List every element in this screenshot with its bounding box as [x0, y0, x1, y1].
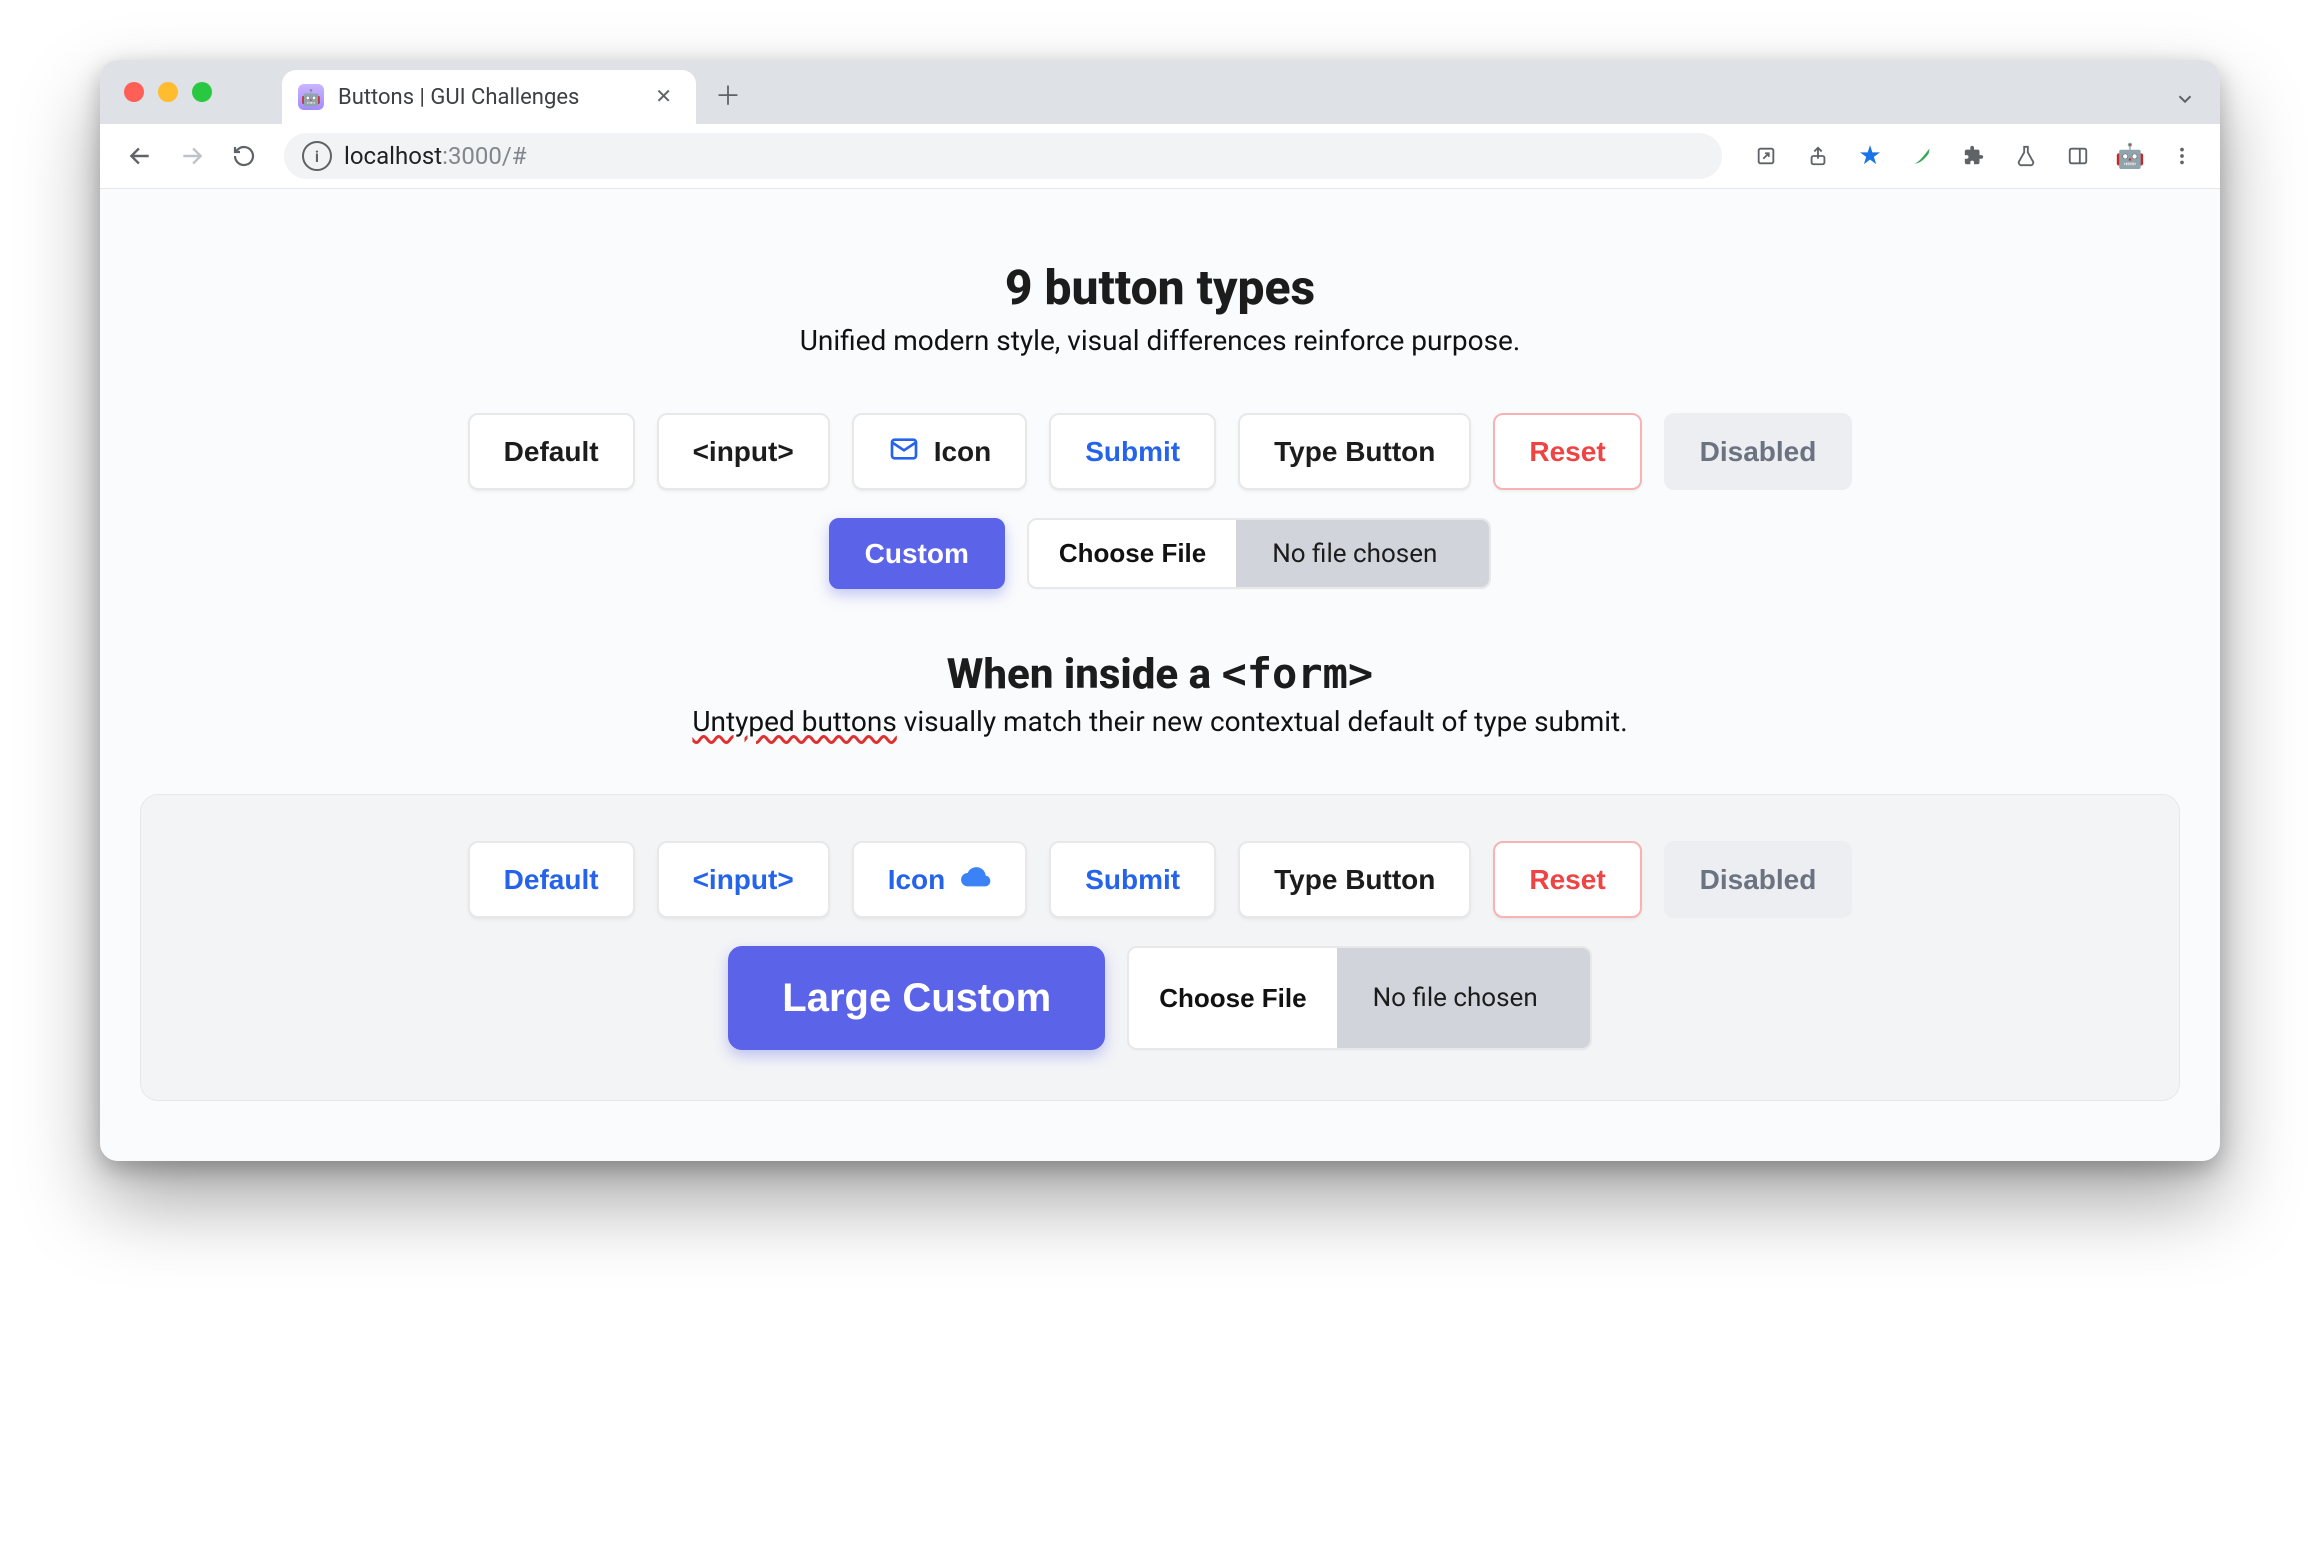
browser-window: 🤖 Buttons | GUI Challenges ✕ ＋ i localho… — [100, 60, 2220, 1161]
cloud-icon — [959, 861, 991, 898]
extensions-icon[interactable] — [1954, 136, 1994, 176]
share-icon[interactable] — [1798, 136, 1838, 176]
icon-button-label: Icon — [934, 438, 992, 466]
icon-button[interactable]: Icon — [852, 413, 1028, 490]
tab-title: Buttons | GUI Challenges — [338, 85, 579, 110]
browser-toolbar: i localhost:3000/# ★ 🤖 — [100, 124, 2220, 189]
maximize-window-button[interactable] — [192, 82, 212, 102]
form-large-custom-button[interactable]: Large Custom — [728, 946, 1105, 1050]
form-icon-button-label: Icon — [888, 866, 946, 894]
tab-favicon: 🤖 — [298, 84, 324, 110]
url-text: localhost:3000/# — [344, 142, 527, 170]
new-tab-button[interactable]: ＋ — [706, 74, 750, 118]
choose-file-button[interactable]: Choose File — [1029, 520, 1236, 587]
minimize-window-button[interactable] — [158, 82, 178, 102]
mail-icon — [888, 433, 920, 470]
form-choose-file-button[interactable]: Choose File — [1129, 948, 1336, 1048]
form-file-status: No file chosen — [1337, 948, 1590, 1048]
button-row-2: Custom Choose File No file chosen — [140, 518, 2180, 589]
address-bar[interactable]: i localhost:3000/# — [284, 133, 1722, 179]
page-subtitle: Unified modern style, visual differences… — [140, 324, 2180, 357]
close-tab-button[interactable]: ✕ — [649, 81, 678, 113]
profile-avatar[interactable]: 🤖 — [2110, 136, 2150, 176]
back-button[interactable] — [118, 134, 162, 178]
tab-strip: 🤖 Buttons | GUI Challenges ✕ ＋ — [100, 60, 2220, 124]
form-type-button[interactable]: Type Button — [1238, 841, 1471, 918]
form-submit-button[interactable]: Submit — [1049, 841, 1216, 918]
form-heading: When inside a <form> — [140, 649, 2180, 699]
form-row-2: Large Custom Choose File No file chosen — [161, 946, 2159, 1050]
default-button[interactable]: Default — [468, 413, 635, 490]
reload-button[interactable] — [222, 134, 266, 178]
bookmark-star-icon[interactable]: ★ — [1850, 136, 1890, 176]
type-button[interactable]: Type Button — [1238, 413, 1471, 490]
section-form-context: When inside a <form> Untyped buttons vis… — [140, 649, 2180, 1101]
form-input-button[interactable]: <input> — [657, 841, 830, 918]
file-status: No file chosen — [1236, 520, 1489, 587]
form-row-1: Default <input> Icon Submit Type Button … — [161, 841, 2159, 918]
labs-icon[interactable] — [2006, 136, 2046, 176]
extension-icon-1[interactable] — [1902, 136, 1942, 176]
open-external-icon[interactable] — [1746, 136, 1786, 176]
button-row-1: Default <input> Icon Submit Type Button … — [140, 413, 2180, 490]
expand-tabs-button[interactable] — [2174, 88, 2196, 114]
form-panel: Default <input> Icon Submit Type Button … — [140, 794, 2180, 1101]
form-icon-button[interactable]: Icon — [852, 841, 1028, 918]
window-controls — [124, 82, 212, 102]
disabled-button: Disabled — [1664, 413, 1853, 490]
toolbar-actions: ★ 🤖 — [1746, 136, 2202, 176]
input-type-button[interactable]: <input> — [657, 413, 830, 490]
form-file-input[interactable]: Choose File No file chosen — [1127, 946, 1591, 1050]
section-button-types: 9 button types Unified modern style, vis… — [140, 259, 2180, 589]
custom-button[interactable]: Custom — [829, 518, 1005, 589]
file-input[interactable]: Choose File No file chosen — [1027, 518, 1491, 589]
form-disabled-button: Disabled — [1664, 841, 1853, 918]
form-default-button[interactable]: Default — [468, 841, 635, 918]
browser-tab[interactable]: 🤖 Buttons | GUI Challenges ✕ — [282, 70, 696, 124]
side-panel-icon[interactable] — [2058, 136, 2098, 176]
site-info-icon[interactable]: i — [302, 141, 332, 171]
page-content: 9 button types Unified modern style, vis… — [100, 189, 2220, 1161]
form-subtitle: Untyped buttons visually match their new… — [140, 705, 2180, 738]
reset-button[interactable]: Reset — [1493, 413, 1641, 490]
browser-menu-icon[interactable] — [2162, 136, 2202, 176]
close-window-button[interactable] — [124, 82, 144, 102]
page-title: 9 button types — [140, 259, 2180, 316]
forward-button[interactable] — [170, 134, 214, 178]
form-reset-button[interactable]: Reset — [1493, 841, 1641, 918]
submit-button[interactable]: Submit — [1049, 413, 1216, 490]
